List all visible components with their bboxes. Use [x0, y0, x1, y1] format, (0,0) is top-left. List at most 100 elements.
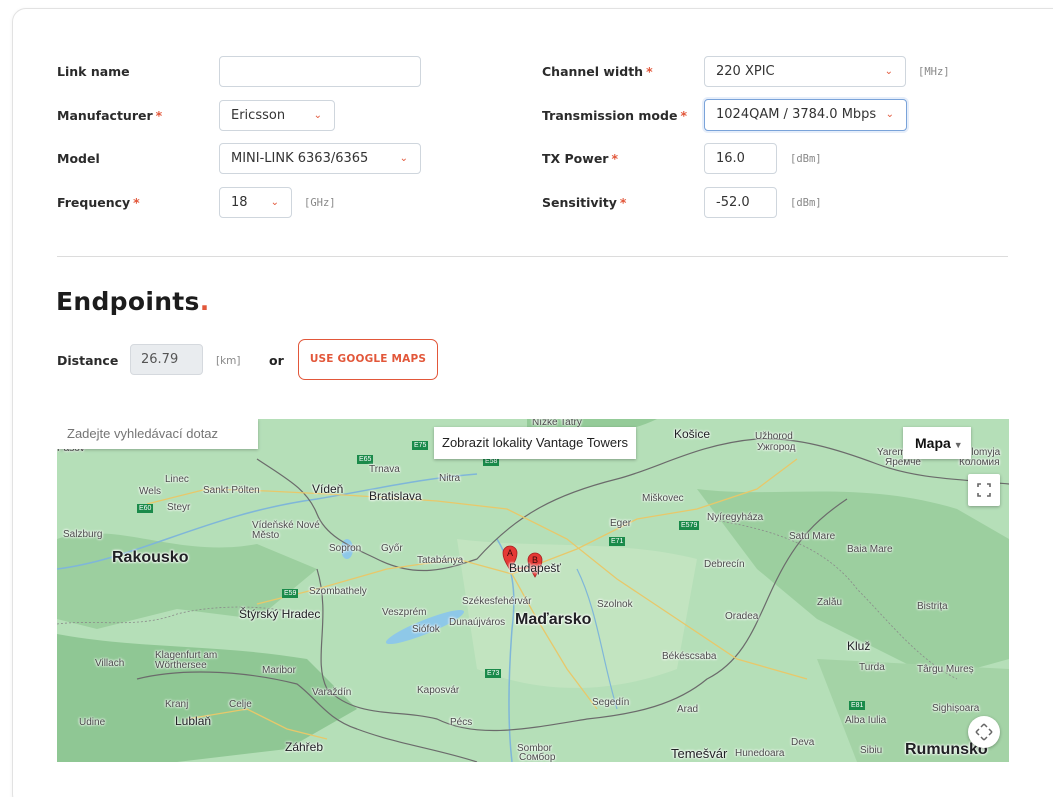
map-label: Oradea — [725, 611, 759, 622]
map-label: Villach — [95, 658, 125, 669]
fullscreen-button[interactable] — [968, 474, 1000, 506]
road-label: E579 — [679, 521, 700, 530]
map-label: Szolnok — [597, 599, 633, 610]
sensitivity-label: Sensitivity * — [542, 195, 627, 210]
map[interactable]: A B E65 E75 E58 E60 E579 E71 E59 E73 E81… — [57, 419, 1009, 762]
map-label: Sankt Pölten — [203, 485, 260, 496]
chevron-down-icon: ⌄ — [270, 197, 279, 208]
map-label: Budapešť — [509, 561, 561, 575]
road-label: E81 — [849, 701, 866, 710]
map-label: Rakousko — [112, 549, 189, 566]
road-label: E60 — [137, 504, 154, 513]
map-type-dropdown[interactable]: Mapa ▼ — [903, 427, 971, 459]
chevron-down-icon: ⌄ — [885, 109, 894, 120]
channel-width-unit: [MHz] — [918, 66, 950, 78]
map-label: Trnava — [369, 464, 400, 475]
map-label: Eger — [610, 518, 632, 529]
map-label: Satu Mare — [789, 531, 836, 542]
chevron-down-icon: ⌄ — [884, 66, 893, 77]
map-label: Békéscsaba — [662, 651, 717, 662]
distance-field: 26.79 — [130, 344, 203, 375]
map-label: Győr — [381, 543, 403, 554]
model-label: Model — [57, 151, 100, 166]
map-label: Târgu Mureș — [917, 664, 974, 675]
chevron-down-icon: ⌄ — [399, 153, 408, 164]
map-label: Bratislava — [369, 489, 422, 503]
map-label: Hunedoara — [735, 748, 785, 759]
map-label: Kluž — [847, 639, 871, 653]
map-label: Sibiu — [860, 745, 883, 756]
map-label: Turda — [859, 662, 885, 673]
map-label: Klagenfurt am Wörthersee — [155, 650, 218, 671]
map-label: Deva — [791, 737, 815, 748]
section-divider — [57, 256, 1008, 257]
tx-power-unit: [dBm] — [790, 153, 822, 165]
map-label: Veszprém — [382, 607, 427, 618]
map-label: Baia Mare — [847, 544, 893, 555]
map-label: Zalău — [817, 597, 843, 608]
map-label: Debrecín — [704, 559, 745, 570]
transmission-mode-select[interactable]: 1024QAM / 3784.0 Mbps ⌄ — [704, 99, 907, 131]
map-label: Székesfehérvár — [462, 596, 532, 607]
channel-width-select[interactable]: 220 XPIC ⌄ — [704, 56, 906, 87]
vantage-towers-toggle[interactable]: Zobrazit lokality Vantage Towers — [434, 427, 636, 459]
map-label: Bistrița — [917, 601, 948, 612]
transmission-mode-label: Transmission mode * — [542, 108, 687, 123]
map-label: Alba Iulia — [845, 715, 887, 726]
map-label: Salzburg — [63, 529, 103, 540]
map-label: Lublaň — [175, 714, 212, 728]
map-label: Kranj — [165, 699, 189, 710]
map-label: Dunaújváros — [449, 617, 506, 628]
map-label: Maďarsko — [515, 611, 592, 628]
road-label: E65 — [357, 455, 374, 464]
map-label: Nitra — [439, 473, 461, 484]
manufacturer-select[interactable]: Ericsson ⌄ — [219, 100, 335, 131]
map-label: Sighișoara — [932, 703, 980, 714]
map-label: Užhorod — [755, 431, 793, 442]
map-label: Maribor — [262, 665, 296, 676]
map-terrain: A B — [57, 419, 1009, 762]
map-camera-control-button[interactable] — [968, 716, 1000, 748]
map-label: Wels — [139, 486, 162, 497]
map-label: Segedín — [592, 697, 630, 708]
distance-unit: [km] — [216, 355, 241, 367]
map-label: Сомбор — [519, 752, 556, 762]
tx-power-input[interactable]: 16.0 — [704, 143, 777, 174]
or-text: or — [269, 353, 284, 368]
distance-label: Distance — [57, 353, 119, 368]
map-label: Nyíregyháza — [707, 512, 764, 523]
map-label: Celje — [229, 699, 252, 710]
endpoints-title: Endpoints. — [56, 287, 210, 316]
map-label: Vídeň — [312, 482, 344, 496]
map-label: Temešvár — [671, 746, 728, 761]
frequency-unit: [GHz] — [304, 197, 336, 209]
use-google-maps-button[interactable]: USE GOOGLE MAPS — [298, 339, 438, 380]
map-label: Udine — [79, 717, 106, 728]
map-label: Vídeňské Nové Město — [252, 520, 320, 541]
map-label: Košice — [674, 427, 711, 441]
road-label: E71 — [609, 537, 626, 546]
frequency-select[interactable]: 18 ⌄ — [219, 187, 292, 218]
fullscreen-icon — [977, 483, 991, 497]
map-label: Steyr — [167, 502, 191, 513]
map-label: Štýrský Hradec — [239, 607, 321, 621]
map-label: Sopron — [329, 543, 362, 554]
sensitivity-input[interactable]: -52.0 — [704, 187, 777, 218]
road-label: E75 — [412, 441, 429, 450]
map-label: Tatabánya — [417, 555, 464, 566]
manufacturer-label: Manufacturer * — [57, 108, 163, 123]
frequency-label: Frequency * — [57, 195, 140, 210]
road-label: E59 — [282, 589, 299, 598]
map-search-input[interactable]: Zadejte vyhledávací dotaz — [57, 419, 258, 449]
map-label: Varaždín — [312, 687, 352, 698]
model-select[interactable]: MINI-LINK 6363/6365 ⌄ — [219, 143, 421, 174]
map-label: Záhřeb — [285, 740, 324, 754]
map-label: Kaposvár — [417, 685, 460, 696]
map-label: Siófok — [412, 624, 440, 635]
map-label: Ужгород — [757, 442, 796, 453]
chevron-down-icon: ⌄ — [313, 110, 322, 121]
map-label: Linec — [165, 474, 189, 485]
map-label: Szombathely — [309, 586, 367, 597]
link-name-label: Link name — [57, 64, 130, 79]
link-name-input[interactable] — [219, 56, 421, 87]
